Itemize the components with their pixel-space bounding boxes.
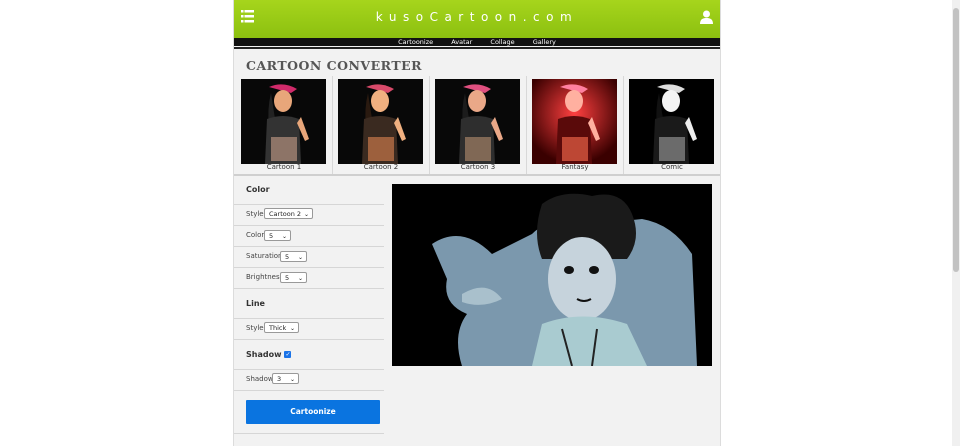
saturation-label: Saturation <box>246 252 283 260</box>
color-label: Color <box>246 231 265 239</box>
shadow-checkbox[interactable]: ✓ <box>284 351 292 358</box>
site-logo[interactable]: kusoCartoon.com <box>234 10 720 24</box>
line-section-title: Line <box>246 299 265 308</box>
nav-avatar[interactable]: Avatar <box>451 38 472 46</box>
style-label: Cartoon 1 <box>266 163 302 171</box>
cartoonize-button[interactable]: Cartoonize <box>246 400 380 424</box>
nav-cartoonize[interactable]: Cartoonize <box>398 38 433 46</box>
shadow-section-label: Shadow <box>246 350 282 359</box>
style-option-cartoon-1[interactable]: Cartoon 1 <box>236 76 333 174</box>
style-option-cartoon-2[interactable]: Cartoon 2 <box>333 76 430 174</box>
page-title: CARTOON CONVERTER <box>246 58 423 73</box>
nav-bar: Cartoonize Avatar Collage Gallery <box>234 38 720 46</box>
site-header: kusoCartoon.com <box>234 0 720 38</box>
color-row: Color 5 ⌄ <box>234 226 384 247</box>
chevron-down-icon: ⌄ <box>297 254 303 261</box>
chevron-down-icon: ⌄ <box>281 233 287 240</box>
shadow-select[interactable]: 3 ⌄ <box>272 373 299 384</box>
style-label: Cartoon 2 <box>363 163 399 171</box>
shadow-section-title: Shadow ✓ <box>246 350 292 359</box>
chevron-down-icon: ⌄ <box>303 211 309 218</box>
style-select-value: Cartoon 2 <box>269 210 302 218</box>
line-style-row: Style Thick ⌄ <box>234 319 384 340</box>
style-option-fantasy[interactable]: Fantasy <box>527 76 624 174</box>
style-select[interactable]: Cartoon 2 ⌄ <box>264 208 313 219</box>
style-preview-image[interactable] <box>532 79 617 164</box>
style-option-comic[interactable]: Comic <box>624 76 720 174</box>
scrollbar[interactable] <box>952 0 960 446</box>
user-icon[interactable] <box>700 10 713 24</box>
settings-panel: Color Style Cartoon 2 ⌄ Color 5 ⌄ Satura… <box>234 176 384 446</box>
style-label: Comic <box>661 163 683 171</box>
chevron-down-icon: ⌄ <box>289 376 295 383</box>
line-style-select-value: Thick <box>269 324 287 332</box>
style-thumbnails: Cartoon 1 Cartoon 2 Cartoon 3 Fantasy Co… <box>234 76 720 174</box>
line-style-label: Style <box>246 324 264 332</box>
style-preview-image[interactable] <box>338 79 423 164</box>
style-label: Style <box>246 210 264 218</box>
shadow-section-row: Shadow ✓ <box>234 340 384 370</box>
style-label: Cartoon 3 <box>460 163 496 171</box>
nav-collage[interactable]: Collage <box>490 38 514 46</box>
chevron-down-icon: ⌄ <box>297 275 303 282</box>
color-select-value: 5 <box>269 232 274 240</box>
style-label: Fantasy <box>561 163 589 171</box>
shadow-row: Shadow 3 ⌄ <box>234 370 384 391</box>
shadow-select-value: 3 <box>277 375 282 383</box>
line-style-select[interactable]: Thick ⌄ <box>264 322 299 333</box>
saturation-select-value: 5 <box>285 253 290 261</box>
nav-divider <box>234 47 720 49</box>
shadow-label: Shadow <box>246 375 274 383</box>
chevron-down-icon: ⌄ <box>289 325 295 332</box>
color-select[interactable]: 5 ⌄ <box>264 230 291 241</box>
style-option-cartoon-3[interactable]: Cartoon 3 <box>430 76 527 174</box>
nav-gallery[interactable]: Gallery <box>533 38 556 46</box>
scrollbar-thumb[interactable] <box>953 8 959 272</box>
style-preview-image[interactable] <box>241 79 326 164</box>
saturation-row: Saturation 5 ⌄ <box>234 247 384 268</box>
brightness-select-value: 5 <box>285 274 290 282</box>
brightness-label: Brightness <box>246 273 284 281</box>
color-section-title: Color <box>246 185 270 194</box>
cartoon-result-image[interactable] <box>392 184 712 367</box>
style-row: Style Cartoon 2 ⌄ <box>234 205 384 226</box>
saturation-select[interactable]: 5 ⌄ <box>280 251 307 262</box>
style-preview-image[interactable] <box>435 79 520 164</box>
color-section-row: Color <box>234 176 384 205</box>
panel-bottom-divider <box>234 432 384 434</box>
style-preview-image[interactable] <box>629 79 714 164</box>
brightness-row: Brightness 5 ⌄ <box>234 268 384 289</box>
line-section-row: Line <box>234 289 384 319</box>
page-container: kusoCartoon.com Cartoonize Avatar Collag… <box>233 0 721 446</box>
brightness-select[interactable]: 5 ⌄ <box>280 272 307 283</box>
